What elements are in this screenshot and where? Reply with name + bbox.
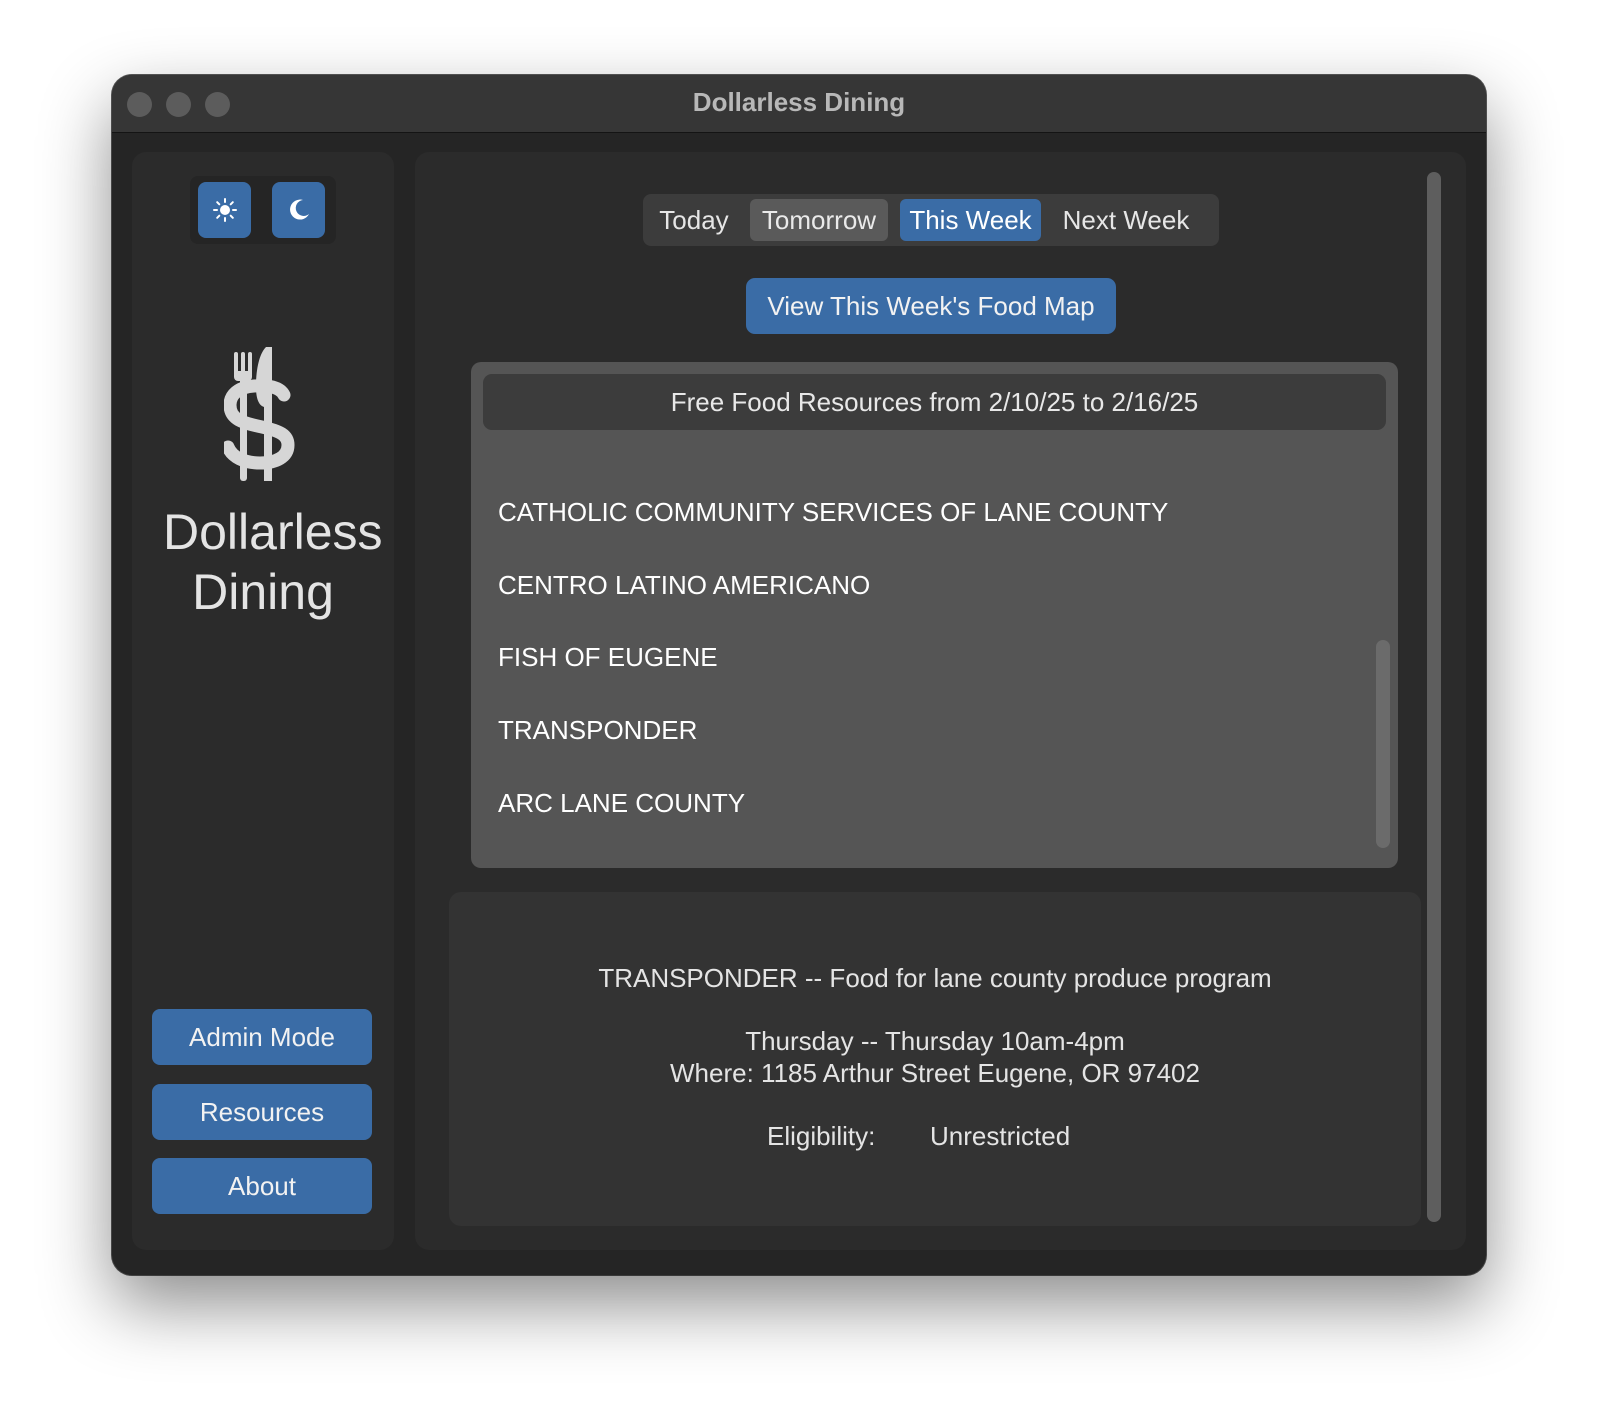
theme-toggle-group [190, 176, 336, 244]
window-title: Dollarless Dining [692, 87, 906, 117]
sun-icon [212, 198, 237, 222]
date-range-tabs: Today Tomorrow This Week Next Week [643, 194, 1219, 246]
resource-list-panel: Free Food Resources from 2/10/25 to 2/16… [471, 362, 1398, 868]
title-bar: Dollarless Dining [112, 75, 1486, 133]
admin-mode-button[interactable]: Admin Mode [152, 1009, 372, 1065]
fork-knife-dollar-logo [224, 347, 295, 481]
detail-title: TRANSPONDER -- Food for lane county prod… [598, 963, 1272, 993]
about-button[interactable]: About [152, 1158, 372, 1214]
eligibility-label: Eligibility: [767, 1121, 876, 1151]
list-item[interactable]: FISH OF EUGENE [498, 637, 718, 677]
list-item[interactable]: CATHOLIC COMMUNITY SERVICES OF LANE COUN… [498, 492, 1168, 532]
eligibility-value: Unrestricted [930, 1121, 1071, 1151]
dark-mode-button[interactable] [272, 182, 325, 238]
light-mode-button[interactable] [198, 182, 251, 238]
tab-next-week[interactable]: Next Week [1053, 199, 1199, 241]
resource-detail-panel: TRANSPONDER -- Food for lane county prod… [449, 892, 1421, 1226]
content-scrollbar[interactable] [1427, 172, 1441, 1222]
list-header: Free Food Resources from 2/10/25 to 2/16… [483, 374, 1386, 430]
list-scrollbar[interactable] [1376, 640, 1390, 848]
view-food-map-button[interactable]: View This Week's Food Map [746, 278, 1116, 334]
tab-this-week[interactable]: This Week [900, 199, 1041, 241]
app-window: Dollarless Dining Dollarless Dining Admi… [112, 75, 1486, 1275]
app-name: Dollarless Dining [163, 504, 383, 620]
tab-tomorrow[interactable]: Tomorrow [750, 199, 888, 241]
tab-today[interactable]: Today [651, 199, 737, 241]
list-item[interactable]: TRANSPONDER [498, 710, 697, 750]
resources-button[interactable]: Resources [152, 1084, 372, 1140]
detail-address: Where: 1185 Arthur Street Eugene, OR 974… [670, 1058, 1200, 1088]
sidebar: Dollarless Dining Admin Mode Resources A… [132, 152, 394, 1250]
moon-icon [289, 199, 309, 220]
list-item[interactable]: CENTRO LATINO AMERICANO [498, 565, 870, 605]
main-content: Today Tomorrow This Week Next Week View … [415, 152, 1466, 1250]
detail-schedule: Thursday -- Thursday 10am-4pm [745, 1026, 1125, 1056]
list-item[interactable]: ARC LANE COUNTY [498, 783, 745, 823]
